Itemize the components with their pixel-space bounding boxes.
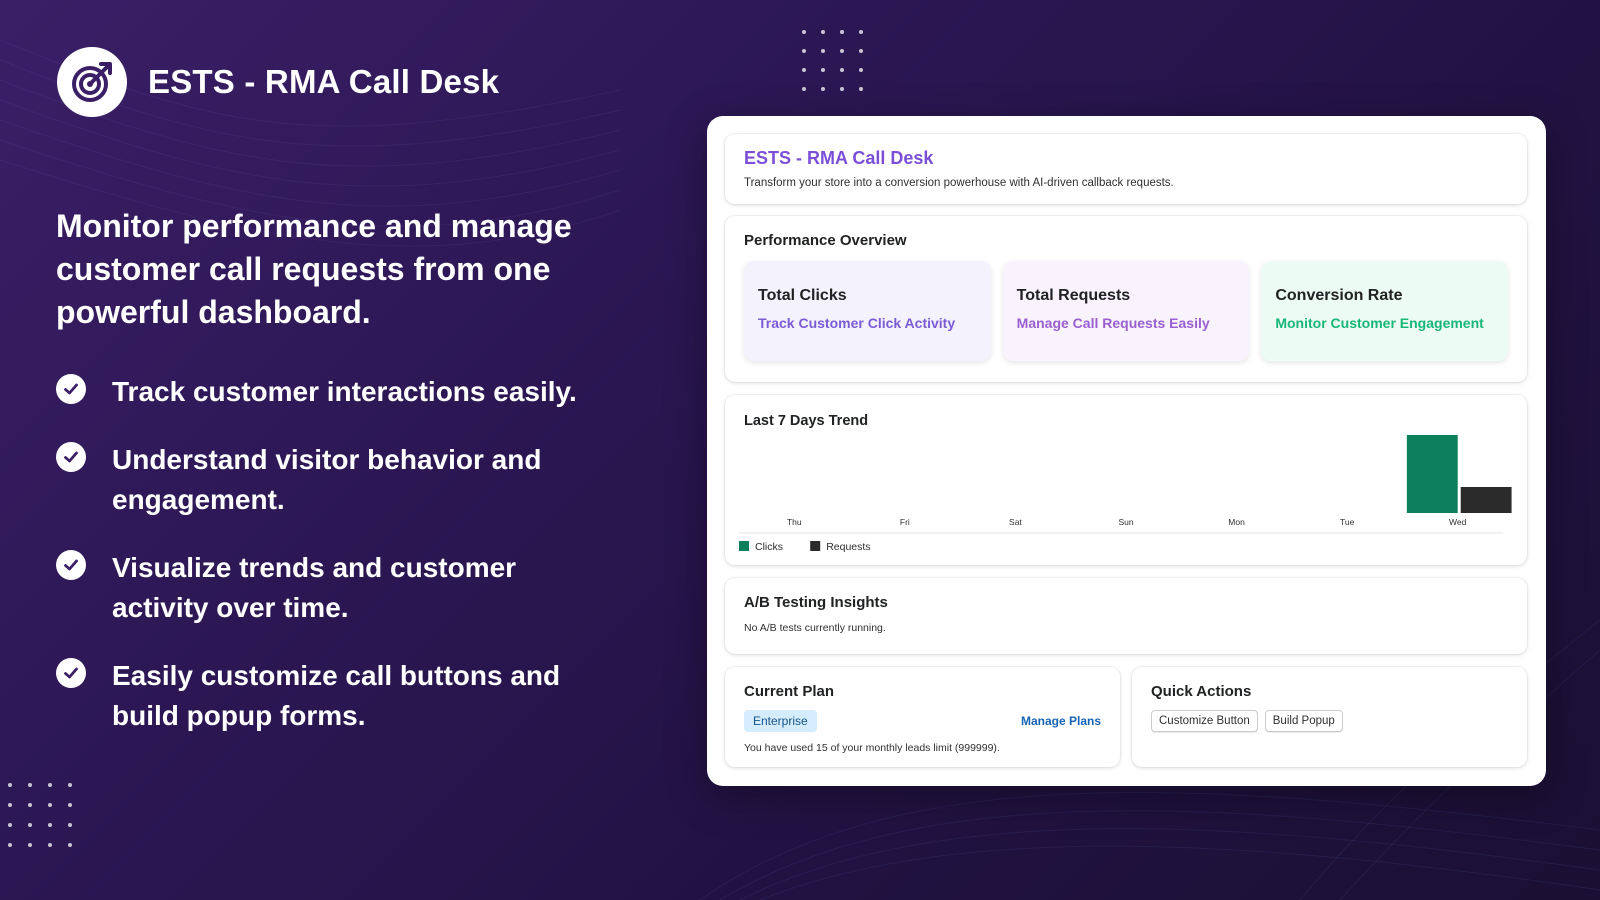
feature-text: Understand visitor behavior and engageme… [112, 444, 542, 515]
plan-usage-text: You have used 15 of your monthly leads l… [744, 742, 1000, 754]
feature-item: Visualize trends and customer activity o… [56, 548, 616, 628]
check-circle-icon [56, 550, 86, 580]
legend-swatch-clicks [739, 541, 749, 551]
check-circle-icon [56, 658, 86, 688]
app-header-card: ESTS - RMA Call Desk Transform your stor… [725, 134, 1527, 204]
bar-clicks-wed [1406, 435, 1458, 513]
feature-item: Track customer interactions easily. [56, 372, 616, 412]
metric-card-conversion-rate[interactable]: Conversion Rate Monitor Customer Engagem… [1261, 261, 1509, 361]
metric-card-title: Total Clicks [758, 287, 847, 304]
legend-swatch-requests [810, 541, 821, 551]
brand-title: ESTS - RMA Call Desk [148, 63, 500, 100]
x-tick-label: Sat [1009, 517, 1022, 527]
metric-card-total-requests[interactable]: Total Requests Manage Call Requests Easi… [1002, 261, 1250, 361]
feature-text: Track customer interactions easily. [112, 376, 577, 407]
current-plan-title: Current Plan [744, 683, 835, 700]
app-title: ESTS - RMA Call Desk [744, 148, 934, 168]
quick-actions-buttons: Customize Button Build Popup [1151, 710, 1508, 732]
check-circle-icon [56, 374, 86, 404]
quick-actions-card: Quick Actions Customize Button Build Pop… [1132, 667, 1527, 767]
headline: Monitor performance and manage customer … [56, 208, 572, 330]
metric-card-title: Conversion Rate [1275, 287, 1403, 304]
metric-card-subtitle: Track Customer Click Activity [758, 315, 956, 331]
current-plan-card: Current Plan Enterprise Manage Plans You… [725, 667, 1120, 767]
feature-item: Easily customize call buttons and build … [56, 656, 616, 736]
decorative-dots-top [802, 30, 863, 91]
feature-list: Track customer interactions easily. Unde… [56, 372, 616, 764]
x-tick-label: Thu [787, 517, 802, 527]
metric-card-title: Total Requests [1016, 287, 1131, 304]
metric-card-total-clicks[interactable]: Total Clicks Track Customer Click Activi… [744, 261, 991, 361]
bar-requests-wed [1460, 487, 1512, 513]
ab-testing-message: No A/B tests currently running. [744, 622, 886, 634]
feature-item: Understand visitor behavior and engageme… [56, 440, 616, 520]
manage-plans-link[interactable]: Manage Plans [1021, 714, 1101, 728]
build-popup-button[interactable]: Build Popup [1264, 710, 1343, 732]
legend-label-requests: Requests [826, 541, 870, 553]
ab-testing-card: A/B Testing Insights No A/B tests curren… [725, 578, 1527, 654]
x-tick-label: Fri [900, 517, 910, 527]
metric-card-subtitle: Manage Call Requests Easily [1016, 315, 1210, 331]
performance-title: Performance Overview [744, 232, 907, 249]
trend-chart-card: Last 7 Days Trend Thu Fri Sat Sun Mon Tue Wed C… [725, 395, 1527, 565]
target-arrow-icon [57, 47, 127, 117]
feature-text: Visualize trends and customer activity o… [112, 552, 517, 623]
customize-button-button[interactable]: Customize Button [1151, 710, 1258, 732]
plan-badge: Enterprise [744, 710, 817, 732]
ab-testing-title: A/B Testing Insights [744, 594, 888, 611]
metric-cards: Total Clicks Track Customer Click Activi… [744, 261, 1509, 361]
brand: ESTS - RMA Call Desk [57, 47, 499, 117]
metric-card-subtitle: Monitor Customer Engagement [1275, 315, 1484, 331]
decorative-dots-bottom [8, 783, 72, 847]
legend-label-clicks: Clicks [755, 541, 783, 553]
x-tick-label: Mon [1228, 517, 1245, 527]
trend-chart: Thu Fri Sat Sun Mon Tue Wed Clicks Requests [739, 435, 1512, 553]
x-tick-label: Tue [1340, 517, 1355, 527]
dashboard-window: ESTS - RMA Call Desk Transform your stor… [707, 116, 1546, 786]
feature-text: Easily customize call buttons and build … [112, 660, 561, 731]
app-subtitle: Transform your store into a conversion p… [744, 177, 1174, 189]
quick-actions-title: Quick Actions [1151, 683, 1252, 700]
plan-row: Enterprise Manage Plans [744, 710, 1101, 732]
check-circle-icon [56, 442, 86, 472]
performance-overview-card: Performance Overview Total Clicks Track … [725, 216, 1527, 382]
x-tick-label: Wed [1449, 517, 1467, 527]
x-tick-label: Sun [1118, 517, 1133, 527]
